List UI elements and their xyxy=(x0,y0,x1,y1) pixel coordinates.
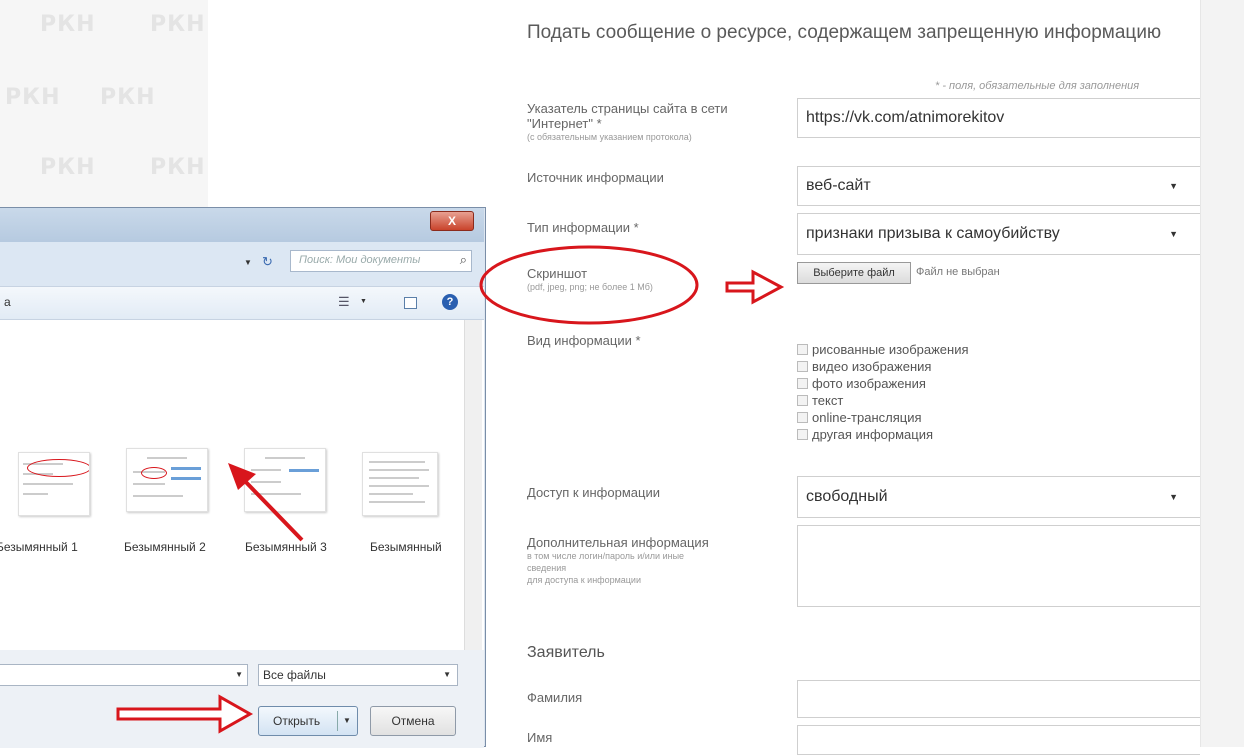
file-thumbnail[interactable] xyxy=(18,452,90,516)
page-title: Подать сообщение о ресурсе, содержащем з… xyxy=(527,22,1162,43)
watermark-logo: РКН xyxy=(40,12,96,37)
checkbox[interactable] xyxy=(797,361,808,372)
annotation-arrow-right xyxy=(725,269,785,305)
organize-menu-fragment[interactable]: а xyxy=(4,295,11,309)
chevron-down-icon[interactable]: ▼ xyxy=(235,670,243,679)
help-icon[interactable]: ? xyxy=(442,294,458,310)
source-select[interactable]: веб-сайт ▼ xyxy=(797,166,1200,206)
kind-checkbox-list: рисованные изображения видео изображения… xyxy=(797,341,969,443)
chevron-down-icon[interactable]: ▼ xyxy=(360,298,367,305)
close-button[interactable]: X xyxy=(430,211,474,231)
watermark-logo: РКН xyxy=(150,155,206,180)
file-name[interactable]: Безымянный xyxy=(370,540,442,554)
checkbox[interactable] xyxy=(797,412,808,423)
file-name[interactable]: Безымянный 3 xyxy=(245,540,327,554)
checkbox[interactable] xyxy=(797,395,808,406)
applicant-heading: Заявитель xyxy=(527,644,605,661)
chevron-down-icon: ▼ xyxy=(443,670,451,679)
kind-option[interactable]: текст xyxy=(797,392,969,409)
first-name-label: Имя xyxy=(527,730,553,745)
extra-label: Дополнительная информация в том числе ло… xyxy=(527,535,709,585)
required-note: * - поля, обязательные для заполнения xyxy=(935,80,1140,92)
last-name-label: Фамилия xyxy=(527,690,583,705)
extra-textarea[interactable] xyxy=(797,525,1200,607)
first-name-input[interactable] xyxy=(797,725,1200,755)
kind-label: Вид информации * xyxy=(527,333,641,348)
address-row: ▼ ↻ Поиск: Мои документы ⌕ xyxy=(0,242,484,286)
file-thumbnail[interactable] xyxy=(126,448,208,512)
file-name[interactable]: Безымянный 2 xyxy=(124,540,206,554)
file-list: Безымянный 1 Безымянный 2 Безымянный 3 Б… xyxy=(0,320,484,650)
cancel-button[interactable]: Отмена xyxy=(370,706,456,736)
preview-pane-icon[interactable] xyxy=(404,297,417,309)
source-label: Источник информации xyxy=(527,170,664,185)
file-thumbnail[interactable] xyxy=(244,448,326,512)
chevron-down-icon: ▼ xyxy=(1169,181,1178,191)
checkbox[interactable] xyxy=(797,429,808,440)
watermark-logo: РКН xyxy=(150,12,206,37)
choose-file-button[interactable]: Выберите файл xyxy=(797,262,911,284)
views-icon[interactable]: ☰ xyxy=(338,294,350,310)
chevron-down-icon: ▼ xyxy=(1169,229,1178,239)
file-open-dialog: X ▼ ↻ Поиск: Мои документы ⌕ а ☰ ▼ ? Без… xyxy=(0,207,486,748)
dialog-toolbar: а ☰ ▼ ? xyxy=(0,286,484,320)
scrollbar[interactable] xyxy=(464,320,482,650)
checkbox[interactable] xyxy=(797,344,808,355)
kind-option[interactable]: другая информация xyxy=(797,426,969,443)
url-input[interactable]: https://vk.com/atnimorekitov xyxy=(797,98,1200,138)
type-label: Тип информации * xyxy=(527,220,639,235)
right-margin xyxy=(1200,0,1244,747)
filename-input[interactable]: ▼ xyxy=(0,664,248,686)
no-file-text: Файл не выбран xyxy=(916,266,1000,278)
checkbox[interactable] xyxy=(797,378,808,389)
kind-option[interactable]: видео изображения xyxy=(797,358,969,375)
kind-option[interactable]: фото изображения xyxy=(797,375,969,392)
watermark-logo: РКН xyxy=(5,85,61,110)
watermark-logo: РКН xyxy=(40,155,96,180)
access-label: Доступ к информации xyxy=(527,485,660,500)
dialog-titlebar: X xyxy=(0,208,484,242)
access-select[interactable]: свободный ▼ xyxy=(797,476,1200,518)
chevron-down-icon[interactable]: ▼ xyxy=(244,258,252,267)
kind-option[interactable]: рисованные изображения xyxy=(797,341,969,358)
file-type-select[interactable]: Все файлы ▼ xyxy=(258,664,458,686)
url-label: Указатель страницы сайта в сети "Интерне… xyxy=(527,101,728,142)
kind-option[interactable]: online-трансляция xyxy=(797,409,969,426)
last-name-input[interactable] xyxy=(797,680,1200,718)
screenshot-label: Скриншот (pdf, jpeg, png; не более 1 Мб) xyxy=(527,266,653,292)
dialog-footer: ▼ Все файлы ▼ Открыть ▼ Отмена xyxy=(0,650,484,748)
search-input[interactable]: Поиск: Мои документы ⌕ xyxy=(290,250,472,272)
search-icon: ⌕ xyxy=(459,252,467,267)
chevron-down-icon[interactable]: ▼ xyxy=(343,716,351,725)
open-button[interactable]: Открыть ▼ xyxy=(258,706,358,736)
file-thumbnail[interactable] xyxy=(362,452,438,516)
file-name[interactable]: Безымянный 1 xyxy=(0,540,78,554)
watermark-logo: РКН xyxy=(100,85,156,110)
refresh-icon[interactable]: ↻ xyxy=(262,254,273,270)
chevron-down-icon: ▼ xyxy=(1169,492,1178,502)
type-select[interactable]: признаки призыва к самоубийству ▼ xyxy=(797,213,1200,255)
